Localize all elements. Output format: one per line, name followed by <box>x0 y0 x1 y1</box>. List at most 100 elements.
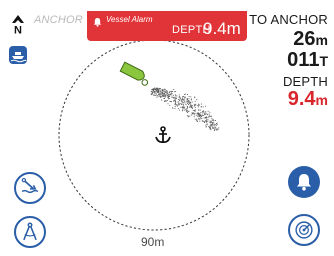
track-point <box>170 91 172 93</box>
track-point <box>186 103 188 104</box>
track-point <box>215 120 216 121</box>
track-point <box>165 94 167 96</box>
track-point <box>162 92 163 94</box>
track-point <box>151 94 153 96</box>
track-point <box>184 101 186 102</box>
track-point <box>161 91 163 93</box>
track-point <box>198 118 200 120</box>
distance-value: 26 <box>293 28 316 50</box>
track-point <box>189 101 190 103</box>
track-point <box>186 101 188 103</box>
track-point <box>216 124 218 125</box>
track-point <box>211 117 213 119</box>
track-point <box>174 106 176 107</box>
track-point <box>214 124 216 125</box>
track-point <box>199 116 200 117</box>
track-point <box>196 99 198 100</box>
track-point <box>188 103 190 105</box>
track-point <box>168 98 170 99</box>
track-point <box>213 124 215 126</box>
track-point <box>200 112 202 113</box>
track-point <box>192 113 193 115</box>
track-point <box>157 95 159 97</box>
track-point <box>205 117 207 119</box>
track-point <box>202 106 204 108</box>
track-point <box>210 124 212 125</box>
track-point <box>157 88 159 90</box>
track-point <box>193 116 195 118</box>
track-point <box>167 103 169 105</box>
track-point <box>165 95 167 97</box>
track-point <box>164 88 166 90</box>
track-point <box>180 99 182 100</box>
track-point <box>188 101 190 103</box>
track-point <box>153 94 155 96</box>
depth-unit: m <box>315 92 328 108</box>
track-point <box>179 100 181 102</box>
track-point <box>198 115 200 117</box>
track-point <box>210 121 212 123</box>
track-point <box>182 97 183 99</box>
track-point <box>184 102 186 104</box>
track-point <box>172 107 173 109</box>
radar-view[interactable] <box>53 32 253 238</box>
track-point <box>162 93 163 95</box>
track-point <box>153 90 155 92</box>
track-point <box>187 99 189 101</box>
to-anchor-label: TO ANCHOR <box>249 12 328 27</box>
track-point <box>151 91 153 93</box>
track-point <box>212 122 214 124</box>
track-point <box>167 95 169 96</box>
track-point <box>152 88 154 90</box>
drop-anchor-button[interactable] <box>14 172 46 204</box>
track-point <box>209 126 211 128</box>
track-point <box>210 124 212 126</box>
track-point <box>197 114 199 116</box>
radar-icon <box>295 221 313 239</box>
track-point <box>201 120 203 122</box>
track-point <box>196 118 197 120</box>
track-point <box>211 119 213 121</box>
track-point <box>161 96 163 98</box>
track-point <box>199 120 201 122</box>
track-point <box>177 99 179 100</box>
boat-icon[interactable] <box>8 45 28 65</box>
track-point <box>208 113 210 115</box>
track-point <box>209 120 211 122</box>
track-point <box>187 98 188 100</box>
track-point <box>164 96 166 98</box>
track-point <box>182 103 184 105</box>
range-label: 90m <box>141 235 165 249</box>
track-point <box>159 95 161 97</box>
track-point <box>170 101 172 102</box>
track-point <box>176 95 178 97</box>
track-point <box>182 110 183 112</box>
track-point <box>158 91 159 93</box>
track-point <box>215 127 217 129</box>
compass-button[interactable] <box>14 216 46 248</box>
track-point <box>187 112 188 113</box>
track-point <box>206 119 208 121</box>
track-point <box>202 110 203 112</box>
track-point <box>204 112 206 114</box>
track-point <box>182 106 184 108</box>
distance-readout: 26m <box>249 29 328 50</box>
track-point <box>154 92 156 94</box>
vessel-alarm-banner[interactable]: Vessel Alarm DEPTH 9.4m <box>87 11 247 41</box>
track-point <box>210 116 212 117</box>
track-point <box>205 111 207 113</box>
radar-button[interactable] <box>288 214 320 246</box>
track-point <box>157 95 158 97</box>
track-point <box>155 93 157 95</box>
track-point <box>151 93 153 94</box>
track-point <box>200 115 202 117</box>
track-point <box>158 93 160 94</box>
track-point <box>209 128 211 130</box>
track-point <box>207 114 208 116</box>
track-point <box>213 125 215 127</box>
alarm-button[interactable] <box>288 166 320 198</box>
track-point <box>164 92 165 94</box>
track-point <box>192 112 193 114</box>
track-point <box>180 103 182 105</box>
track-point <box>173 100 175 102</box>
